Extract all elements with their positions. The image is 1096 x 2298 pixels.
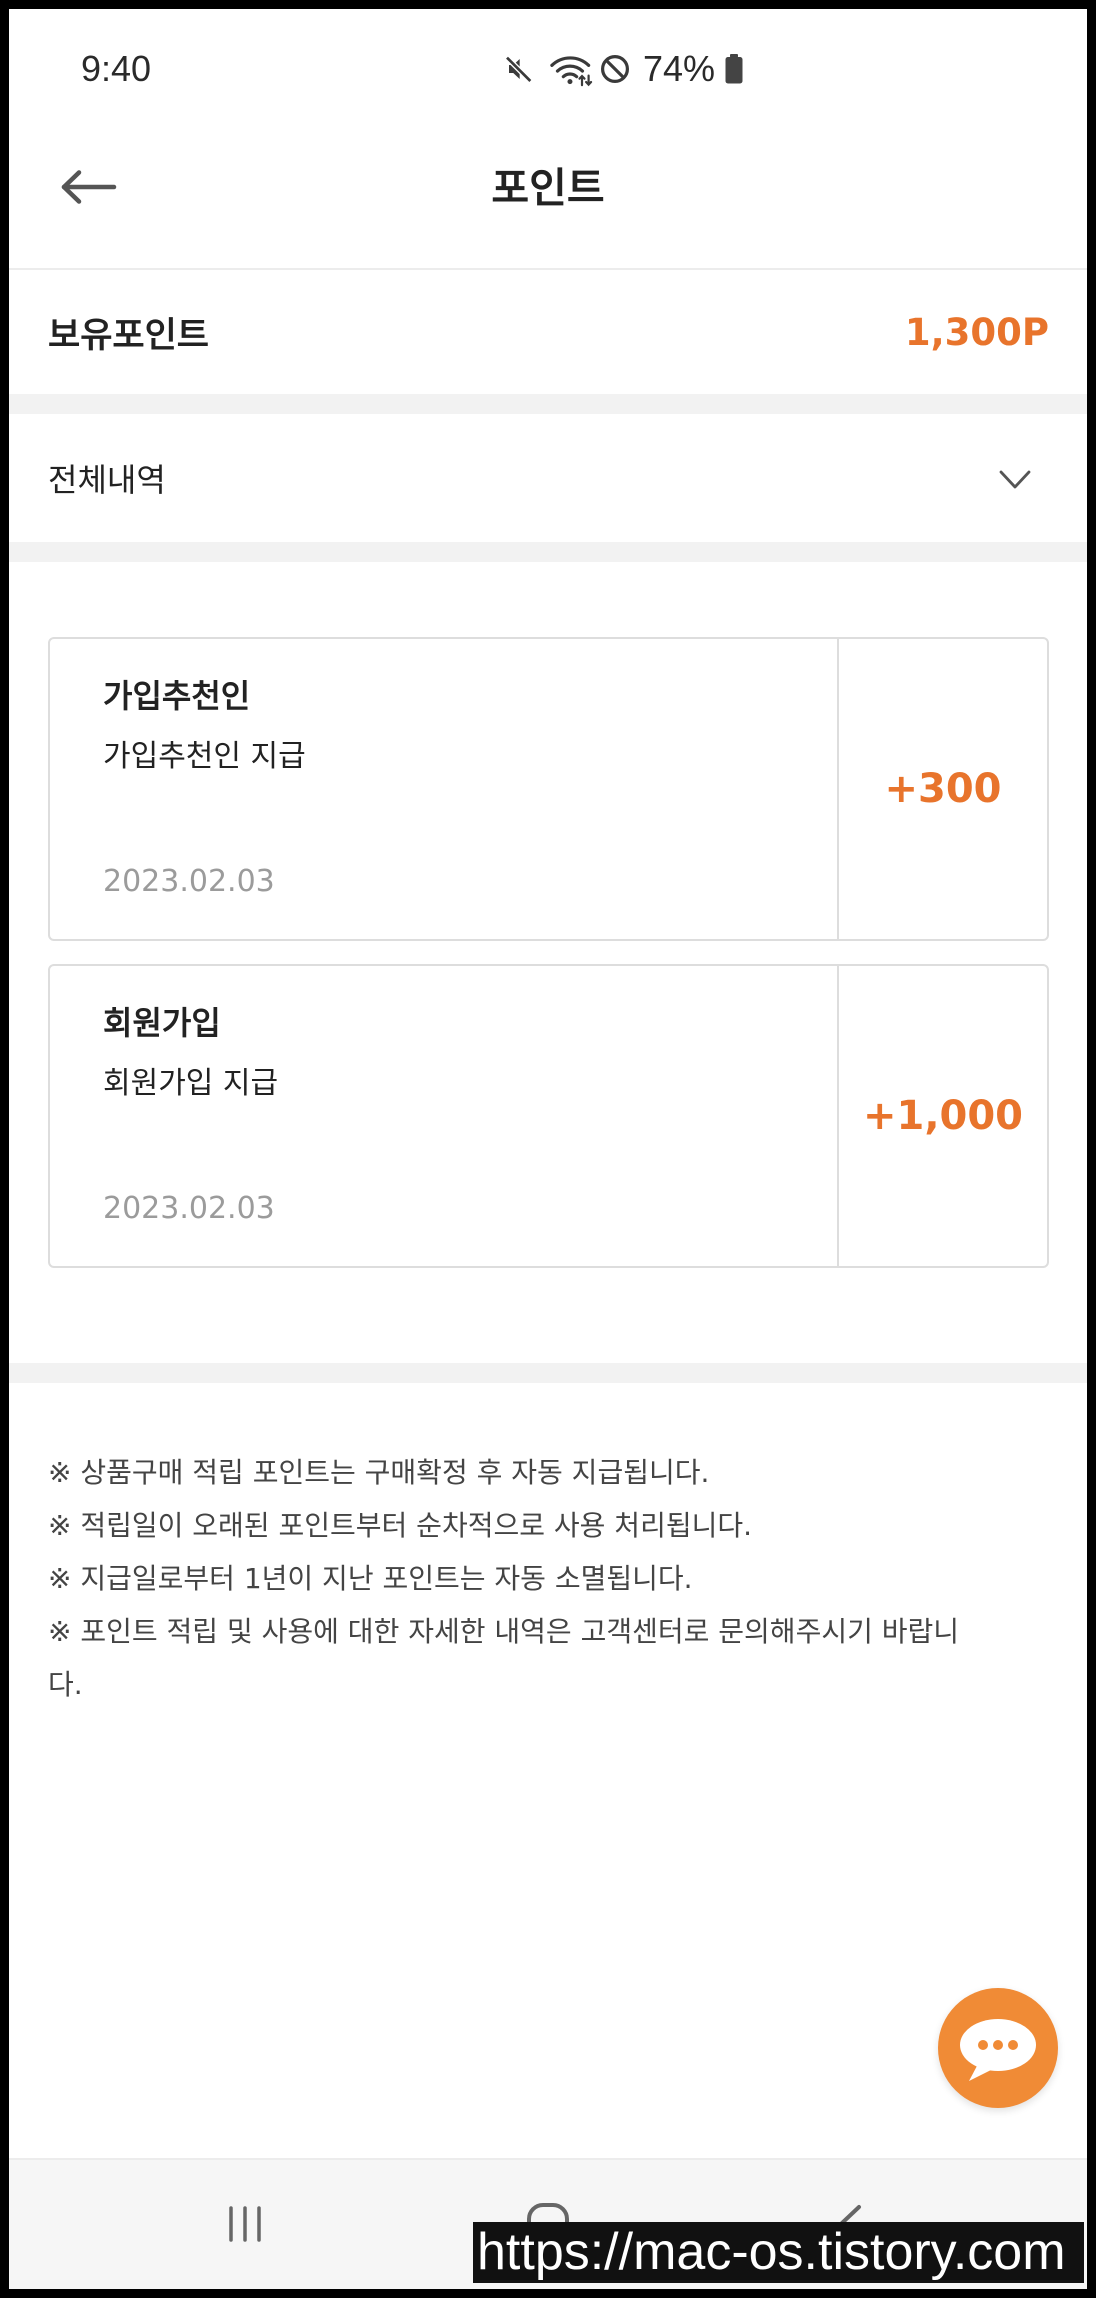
section-divider — [9, 542, 1087, 562]
point-history-card: 회원가입 회원가입 지급 2023.02.03 +1,000 — [48, 964, 1049, 1268]
section-divider — [9, 394, 1087, 414]
history-description: 회원가입 지급 — [103, 1066, 279, 1101]
history-date: 2023.02.03 — [103, 864, 275, 899]
history-amount: +1,000 — [862, 1093, 1024, 1139]
battery-icon — [725, 54, 743, 84]
section-divider — [9, 1363, 1087, 1383]
history-description: 가입추천인 지급 — [103, 739, 306, 774]
history-date: 2023.02.03 — [103, 1191, 275, 1226]
notice-line: ※ 적립일이 오래된 포인트부터 순차적으로 사용 처리됩니다. — [48, 1509, 753, 1542]
page-frame: 9:40 74% 포인트 보유포인트 1,300P 전체내역 가입추천인 가입추… — [0, 0, 1096, 2298]
filter-selected-label: 전체내역 — [48, 461, 166, 499]
point-balance-row: 보유포인트 1,300P — [9, 270, 1087, 394]
watermark: https://mac-os.tistory.com — [473, 2222, 1084, 2283]
point-history-card: 가입추천인 가입추천인 지급 2023.02.03 +300 — [48, 637, 1049, 941]
notice-line: ※ 포인트 적립 및 사용에 대한 자세한 내역은 고객센터로 문의해주시기 바… — [48, 1615, 960, 1701]
balance-label: 보유포인트 — [48, 315, 210, 356]
mute-icon — [503, 53, 535, 85]
page-title: 포인트 — [491, 164, 605, 212]
app-header: 포인트 — [9, 129, 1087, 270]
chat-button[interactable] — [938, 1988, 1058, 2108]
notice-line: ※ 상품구매 적립 포인트는 구매확정 후 자동 지급됩니다. — [48, 1456, 710, 1489]
recent-apps-icon[interactable] — [225, 2204, 265, 2244]
notice-line: ※ 지급일로부터 1년이 지난 포인트는 자동 소멸됩니다. — [48, 1562, 693, 1595]
chat-bubble-icon — [960, 2019, 1036, 2081]
history-title: 가입추천인 — [103, 677, 251, 715]
battery-percent: 74% — [643, 48, 716, 89]
history-filter-dropdown[interactable]: 전체내역 — [9, 414, 1087, 542]
do-not-disturb-icon — [599, 53, 631, 85]
wifi-icon — [549, 51, 593, 87]
history-amount: +300 — [884, 766, 1002, 812]
history-title: 회원가입 — [103, 1004, 221, 1042]
chevron-down-icon — [999, 469, 1031, 491]
status-time: 9:40 — [81, 48, 152, 89]
phone-screen: 9:40 74% 포인트 보유포인트 1,300P 전체내역 가입추천인 가입추… — [9, 9, 1087, 2289]
status-bar: 9:40 74% — [9, 9, 1087, 129]
point-notice: ※ 상품구매 적립 포인트는 구매확정 후 자동 지급됩니다. ※ 적립일이 오… — [48, 1446, 988, 1711]
balance-value: 1,300P — [904, 310, 1049, 354]
